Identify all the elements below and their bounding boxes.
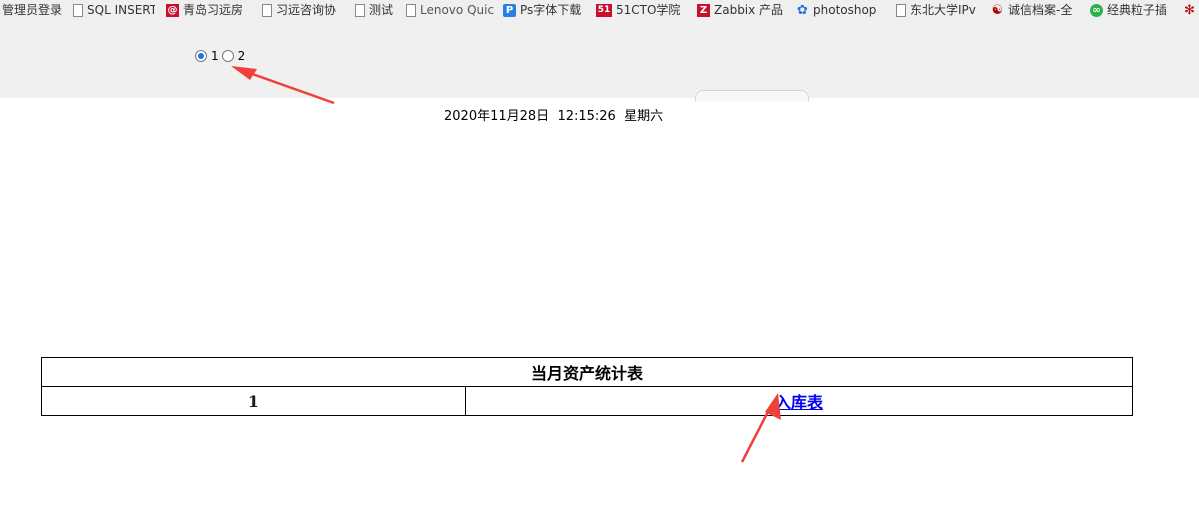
bookmark-label: Ps字体下载 <box>520 2 582 17</box>
bookmark-overflow[interactable]: ✻ <box>1183 0 1199 20</box>
bookmark-label: Lenovo Quic <box>420 2 495 17</box>
bookmark-label: 习远咨询协 <box>276 2 337 17</box>
row-number: 1 <box>41 386 466 416</box>
overflow-bookmark-icon: ✻ <box>1184 2 1195 18</box>
bookmark-photoshop[interactable]: ✿ photoshop <box>796 0 888 20</box>
weekday-text: 星期六 <box>624 109 664 124</box>
date-text: 2020年11月28日 <box>444 109 550 124</box>
bookmark-test[interactable]: 测试 <box>355 0 400 20</box>
radio-option-1[interactable] <box>195 50 207 62</box>
bookmark-ps-fonts[interactable]: P Ps字体下载 <box>503 0 589 20</box>
bookmark-zabbix[interactable]: Z Zabbix 产品 <box>697 0 789 20</box>
bookmark-particle-plugin[interactable]: ∞ 经典粒子插 <box>1090 0 1178 20</box>
table-row: 1 入库表 <box>41 386 1133 416</box>
credit-icon: ☯ <box>991 2 1004 18</box>
datetime-display: 2020年11月28日 12:15:26 星期六 <box>444 105 663 124</box>
ps-icon: P <box>503 3 516 17</box>
bookmark-label: 经典粒子插 <box>1107 2 1168 17</box>
inventory-in-link[interactable]: 入库表 <box>775 393 823 412</box>
table-header-row: 当月资产统计表 <box>41 357 1133 387</box>
bookmark-lenovo[interactable]: Lenovo Quic <box>406 0 496 20</box>
bookmark-label: 51CTO学院 <box>616 2 681 17</box>
collapse-tab[interactable] <box>695 90 809 101</box>
page-icon <box>73 3 83 17</box>
bookmark-label: 诚信档案-全 <box>1008 2 1073 17</box>
bookmark-qingdao[interactable]: @ 青岛习远房 <box>166 0 254 20</box>
asset-stats-table: 当月资产统计表 1 入库表 <box>41 357 1133 416</box>
bookmark-label: photoshop <box>813 2 877 17</box>
bookmark-label: 青岛习远房 <box>183 2 244 17</box>
bookmark-label: 管理员登录 <box>2 2 63 17</box>
page-icon <box>262 3 272 17</box>
zabbix-icon: Z <box>697 3 710 17</box>
bookmark-label: Zabbix 产品 <box>714 2 784 17</box>
bookmark-xiyuan[interactable]: 习远咨询协 <box>262 0 348 20</box>
page-icon <box>406 3 416 17</box>
radio-label-1: 1 <box>211 49 219 63</box>
page-icon <box>896 3 906 17</box>
green-swirl-icon: ∞ <box>1090 3 1103 17</box>
time-text: 12:15:26 <box>557 109 616 124</box>
bookmark-51cto[interactable]: 51 51CTO学院 <box>596 0 690 20</box>
bookmark-credit-record[interactable]: ☯ 诚信档案-全 <box>991 0 1083 20</box>
radio-option-2[interactable] <box>221 50 234 62</box>
at-icon: @ <box>166 3 179 17</box>
bookmark-label: 东北大学IPv <box>910 2 976 17</box>
page-icon <box>355 3 365 17</box>
bookmark-admin-login[interactable]: 管理员登录 <box>2 0 66 20</box>
baidu-paw-icon: ✿ <box>797 2 808 18</box>
bookmark-label: SQL INSERT <box>87 2 155 17</box>
page-header-band <box>0 20 1199 98</box>
radio-label-2: 2 <box>237 49 246 63</box>
bookmark-sql-insert[interactable]: SQL INSERT <box>73 0 155 20</box>
bookmark-neu-ipv6[interactable]: 东北大学IPv <box>896 0 984 20</box>
row-link-cell: 入库表 <box>465 386 1133 416</box>
table-title: 当月资产统计表 <box>41 357 1133 387</box>
bookmarks-bar: 管理员登录 SQL INSERT @ 青岛习远房 习远咨询协 测试 Lenovo… <box>0 0 1199 20</box>
radio-group: 1 2 <box>195 48 248 64</box>
bookmark-label: 测试 <box>369 2 394 17</box>
51cto-icon: 51 <box>596 3 612 17</box>
